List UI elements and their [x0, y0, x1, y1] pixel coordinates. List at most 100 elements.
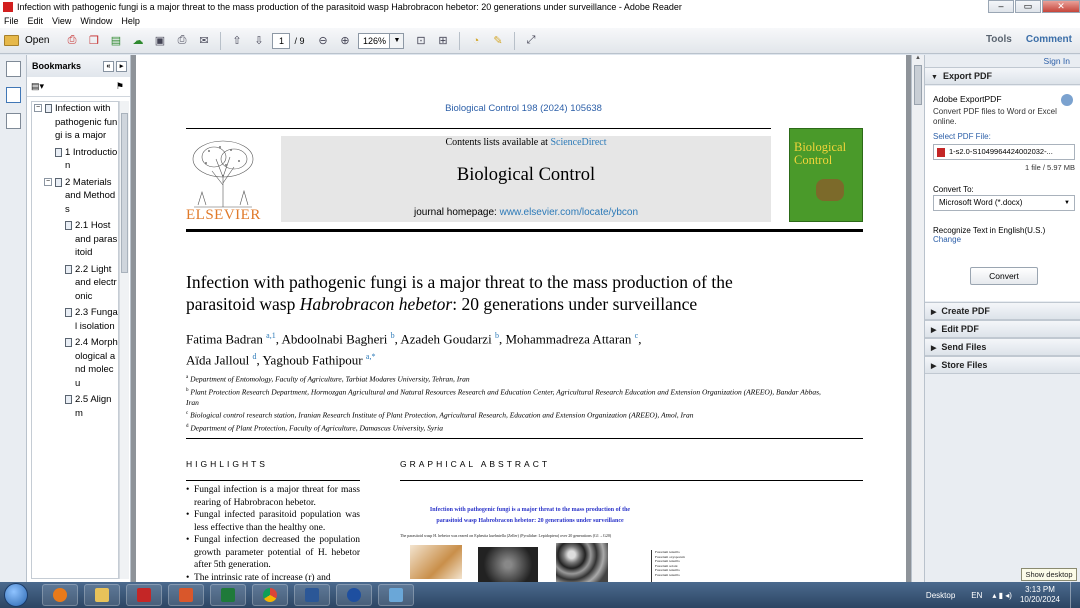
- sciencedirect-link[interactable]: ScienceDirect: [550, 137, 606, 148]
- start-button[interactable]: [4, 583, 28, 607]
- menu-file[interactable]: File: [4, 16, 19, 26]
- document-scrollbar[interactable]: ▲: [911, 55, 924, 582]
- sign-in-link[interactable]: Sign In: [1044, 56, 1070, 66]
- bookmarks-icon[interactable]: [6, 87, 21, 103]
- open-folder-icon[interactable]: ▤: [107, 32, 124, 49]
- previous-page-icon[interactable]: ⇧: [228, 32, 245, 49]
- email-icon[interactable]: ✉: [195, 32, 212, 49]
- file-explorer-app[interactable]: [84, 584, 120, 606]
- tray-icons[interactable]: ▴ ▮ ◂): [992, 591, 1012, 600]
- author-affiliation-mark[interactable]: a,1: [266, 331, 276, 340]
- scrollbar-thumb[interactable]: [914, 65, 922, 105]
- media-player-app[interactable]: [42, 584, 78, 606]
- bookmark-item[interactable]: 2.5 Alignm: [32, 393, 118, 420]
- export-pdf-section[interactable]: ▼ Export PDF: [925, 67, 1080, 85]
- contents-line: Contents lists available at ScienceDirec…: [445, 137, 607, 148]
- bookmark-label: Infection with pathogenic fungi is a maj…: [55, 103, 118, 141]
- zoom-dropdown-icon[interactable]: ▼: [390, 32, 405, 49]
- desktop-toolbar-label[interactable]: Desktop: [926, 591, 955, 600]
- bookmark-tag-icon[interactable]: ⚑: [116, 81, 124, 92]
- author-affiliation-mark[interactable]: b: [391, 331, 395, 340]
- comment-tab[interactable]: Comment: [1026, 34, 1072, 45]
- expand-toggle-icon[interactable]: −: [44, 177, 52, 186]
- page-thumbnails-icon[interactable]: [6, 61, 21, 77]
- bookmark-label: 2.1 Host and parasitoid: [75, 220, 118, 258]
- expand-toggle-icon[interactable]: [54, 308, 62, 316]
- maximize-button[interactable]: ▭: [1015, 0, 1041, 13]
- show-desktop-button[interactable]: [1070, 582, 1080, 608]
- bookmark-item[interactable]: 2.4 Morphological and molecu: [32, 336, 118, 390]
- language-indicator[interactable]: EN: [971, 591, 982, 600]
- expand-toggle-icon[interactable]: −: [34, 104, 42, 112]
- expand-toggle-icon[interactable]: [54, 338, 62, 346]
- bookmark-item[interactable]: 1 Introduction: [32, 146, 118, 173]
- bookmark-options-icon[interactable]: ▤▾: [31, 81, 44, 92]
- expand-toggle-icon[interactable]: [54, 221, 62, 229]
- highlight-icon[interactable]: ✎: [489, 32, 506, 49]
- menu-edit[interactable]: Edit: [28, 16, 44, 26]
- fit-width-icon[interactable]: ⊞: [434, 32, 451, 49]
- author-affiliation-mark[interactable]: b: [495, 331, 499, 340]
- sem-photo: [478, 547, 538, 582]
- zoom-in-icon[interactable]: ⊕: [336, 32, 353, 49]
- print-icon[interactable]: ⎙: [173, 32, 190, 49]
- menu-window[interactable]: Window: [80, 16, 112, 26]
- edit-pdf-section[interactable]: ▶ Edit PDF: [925, 320, 1080, 338]
- convert-to-select[interactable]: Microsoft Word (*.docx) ▼: [933, 195, 1075, 211]
- store-files-section[interactable]: ▶ Store Files: [925, 356, 1080, 374]
- expand-toggle-icon[interactable]: [54, 265, 62, 273]
- open-button[interactable]: Open: [4, 35, 49, 46]
- bookmark-item[interactable]: − Infection with pathogenic fungi is a ma…: [32, 102, 118, 143]
- zoom-input[interactable]: 126%: [358, 32, 391, 49]
- send-files-section[interactable]: ▶ Send Files: [925, 338, 1080, 356]
- create-pdf-icon[interactable]: ⎙: [63, 32, 80, 49]
- tools-pane: Sign In ▼ Export PDF Adobe ExportPDF Conv…: [924, 55, 1080, 582]
- bluetooth-app[interactable]: [336, 584, 372, 606]
- bookmark-item[interactable]: 2.3 Fungal isolation: [32, 306, 118, 333]
- bookmark-item[interactable]: 2.2 Light and electronic: [32, 263, 118, 304]
- powerpoint-app[interactable]: [168, 584, 204, 606]
- comment-bubble-icon[interactable]: ◔: [467, 32, 484, 49]
- bookmark-item[interactable]: − 2 Materials and Methods: [32, 176, 118, 217]
- excel-app[interactable]: [210, 584, 246, 606]
- word-app[interactable]: [294, 584, 330, 606]
- zoom-out-icon[interactable]: ⊖: [314, 32, 331, 49]
- minimize-button[interactable]: –: [988, 0, 1014, 13]
- bookmark-item[interactable]: 2.1 Host and parasitoid: [32, 219, 118, 260]
- save-icon[interactable]: ▣: [151, 32, 168, 49]
- combine-files-icon[interactable]: ❐: [85, 32, 102, 49]
- page-number-input[interactable]: 1: [272, 32, 291, 49]
- selected-file-field[interactable]: 1-s2.0-S1049964424002032-...: [933, 144, 1075, 160]
- menu-view[interactable]: View: [52, 16, 71, 26]
- remote-desktop-app[interactable]: [378, 584, 414, 606]
- author-affiliation-mark[interactable]: d: [252, 352, 256, 361]
- close-button[interactable]: ✕: [1042, 0, 1080, 13]
- homepage-link[interactable]: www.elsevier.com/locate/ybcon: [500, 207, 638, 218]
- author-affiliation-mark[interactable]: c: [635, 331, 639, 340]
- fullscreen-icon[interactable]: ⤢: [522, 32, 539, 49]
- expand-toggle-icon[interactable]: [54, 395, 62, 403]
- convert-button[interactable]: Convert: [970, 267, 1038, 285]
- journal-citation: Biological Control 198 (2024) 105638: [445, 103, 602, 114]
- highlights-heading: HIGHLIGHTS: [186, 459, 268, 469]
- info-icon[interactable]: [1061, 94, 1073, 106]
- tools-tab[interactable]: Tools: [986, 34, 1012, 45]
- expand-toggle-icon[interactable]: [44, 148, 52, 156]
- bookmarks-scrollbar[interactable]: [119, 101, 129, 579]
- panel-arrow-icon[interactable]: ▸: [116, 60, 127, 72]
- author-affiliation-mark[interactable]: a,*: [366, 352, 376, 361]
- bookmark-label: 2.2 Light and electronic: [75, 263, 117, 302]
- adobe-reader-app[interactable]: [126, 584, 162, 606]
- fit-page-icon[interactable]: ⊡: [412, 32, 429, 49]
- attachments-icon[interactable]: [6, 113, 21, 129]
- next-page-icon[interactable]: ⇩: [250, 32, 267, 49]
- collapse-panel-icon[interactable]: «: [103, 60, 114, 72]
- clock[interactable]: 3:13 PM 10/20/2024: [1020, 585, 1060, 605]
- menu-help[interactable]: Help: [121, 16, 140, 26]
- create-pdf-section[interactable]: ▶ Create PDF: [925, 302, 1080, 320]
- cloud-upload-icon[interactable]: ☁: [129, 32, 146, 49]
- chrome-app[interactable]: [252, 584, 288, 606]
- scroll-up-icon[interactable]: ▲: [912, 55, 924, 61]
- select-file-label: Select PDF File:: [933, 132, 991, 141]
- change-link[interactable]: Change: [933, 235, 961, 244]
